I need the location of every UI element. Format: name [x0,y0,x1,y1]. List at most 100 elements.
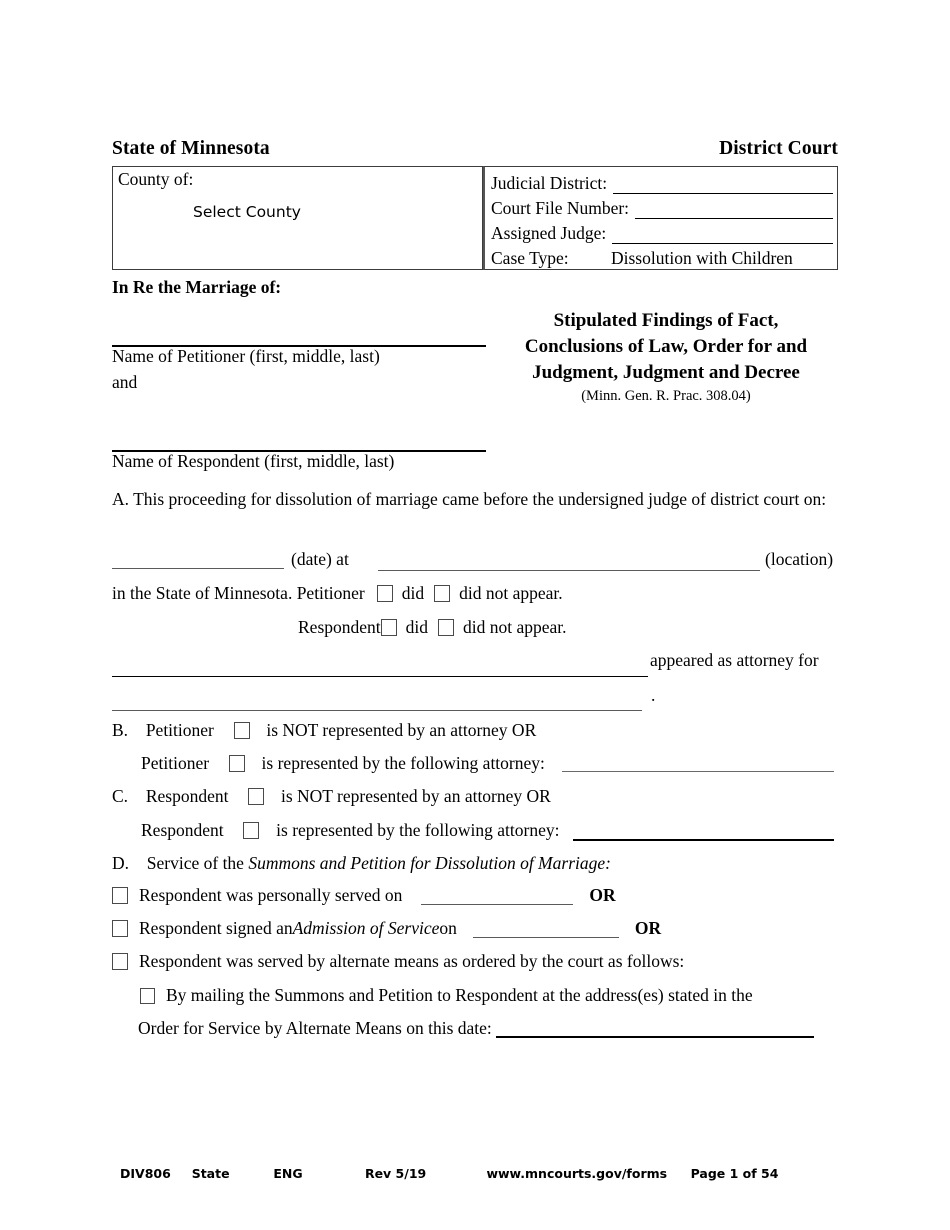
appearing-attorney-input[interactable] [112,676,648,677]
footer-scope: State [191,1166,230,1181]
personally-served-or-label: OR [589,885,616,905]
page-header: State of Minnesota District Court [112,138,838,160]
respondent-represented-checkbox[interactable] [243,822,260,839]
section-b-line-2: Petitioner is represented by the followi… [141,751,545,776]
service-option-admission-row: Respondent signed an Admission of Servic… [112,918,661,939]
county-select[interactable]: Select County [193,203,301,221]
footer-website[interactable]: www.mncourts.gov/forms [486,1166,690,1181]
hearing-location-label: (location) [765,549,834,569]
respondent-name-caption: Name of Respondent (first, middle, last) [112,451,395,471]
admission-of-service-italic-label: Admission of Service [292,918,440,938]
court-file-number-label: Court File Number: [491,198,630,218]
state-of-minnesota-petitioner-label: in the State of Minnesota. Petitioner [112,583,365,603]
county-box: County of: Select County [112,166,483,270]
section-d-intro-plain: Service of the [146,853,249,873]
section-d-letter: D. [112,853,130,873]
mailing-summons-checkbox[interactable] [140,987,155,1004]
admission-post-label: on [439,918,457,938]
footer-revision: Rev 5/19 [364,1166,427,1181]
respondent-appearance-row: Respondent did did not appear. [298,617,567,638]
footer-form-number: DIV806 [120,1166,171,1181]
document-page: State of Minnesota District Court County… [0,0,950,1230]
service-option-alternate-row: Respondent was served by alternate means… [112,951,684,972]
personally-served-checkbox[interactable] [112,887,128,904]
section-b-letter: B. [112,720,129,740]
judicial-district-input[interactable] [613,173,833,194]
section-b-petitioner-label-2: Petitioner [141,753,210,773]
in-re-heading: In Re the Marriage of: [112,277,282,297]
section-c-line-1: C. Respondent is NOT represented by an a… [112,784,551,809]
section-c-respondent-label: Respondent [145,786,229,806]
personally-served-label: Respondent was personally served on [139,885,403,905]
case-info-box: Judicial District: Court File Number: As… [483,166,838,270]
footer-language: ENG [273,1166,303,1181]
section-c-line-2: Respondent is represented by the followi… [141,818,559,843]
alternate-means-mailing-row: By mailing the Summons and Petition to R… [140,985,753,1006]
petitioner-did-not-appear-checkbox[interactable] [434,585,451,602]
document-title-line-3: Judgment, Judgment and Decree [532,362,800,383]
petitioner-name-caption: Name of Petitioner (first, middle, last) [112,346,380,366]
hearing-location-input[interactable] [378,570,760,571]
footer-page-number: Page 1 of 54 [690,1166,779,1181]
section-b-petitioner-label: Petitioner [145,720,214,740]
mailing-summons-label: By mailing the Summons and Petition to R… [166,985,753,1005]
assigned-judge-input[interactable] [612,223,833,244]
alternate-means-label: Respondent was served by alternate means… [139,951,685,971]
admission-of-service-checkbox[interactable] [112,920,128,937]
state-title: State of Minnesota [112,138,270,159]
respondent-did-not-appear-label: did not appear. [463,617,567,637]
assigned-judge-label: Assigned Judge: [491,223,607,243]
court-file-number-input[interactable] [635,198,833,219]
respondent-did-appear-checkbox[interactable] [380,619,397,636]
order-for-service-date-label: Order for Service by Alternate Means on … [138,1018,492,1038]
document-title: Stipulated Findings of Fact, Conclusions… [494,308,838,386]
attorney-for-party-input[interactable] [112,710,642,711]
case-type-label: Case Type: [491,248,569,268]
document-title-line-2: Conclusions of Law, Order for and [524,336,808,357]
alternate-means-date-row: Order for Service by Alternate Means on … [138,1018,814,1039]
court-file-number-row: Court File Number: [491,194,833,219]
petitioner-appearance-row: in the State of Minnesota. Petitioner di… [112,583,563,604]
judicial-district-row: Judicial District: [491,169,833,194]
hearing-date-label: (date) at [291,549,349,569]
section-a-text: A. This proceeding for dissolution of ma… [112,489,827,509]
order-for-service-date-input[interactable] [495,1019,814,1038]
personally-served-date-input[interactable] [421,887,574,905]
respondent-did-label: did [405,617,429,637]
respondent-appearance-label: Respondent [298,617,381,637]
county-label: County of: [118,169,194,189]
caption-block: County of: Select County Judicial Distri… [112,166,838,270]
assigned-judge-row: Assigned Judge: [491,219,833,244]
petitioner-attorney-input[interactable] [562,771,834,772]
page-footer: DIV806 State ENG Rev 5/19 www.mncourts.g… [120,1166,820,1181]
admission-pre-label: Respondent signed an [139,918,293,938]
case-type-value: Dissolution with Children [611,248,793,268]
document-citation: (Minn. Gen. R. Prac. 308.04) [581,388,751,404]
sentence-period: . [651,685,656,705]
respondent-did-not-appear-checkbox[interactable] [438,619,455,636]
alternate-means-checkbox[interactable] [112,953,128,970]
hearing-date-input[interactable] [112,568,284,569]
section-d-heading: D. Service of the Summons and Petition f… [112,851,611,876]
section-d-intro-italic: Summons and Petition for Dissolution of … [248,853,611,873]
respondent-not-represented-label: is NOT represented by an attorney OR [280,786,551,806]
petitioner-did-label: did [401,583,425,603]
petitioner-not-represented-checkbox[interactable] [233,722,250,739]
admission-of-service-date-input[interactable] [472,920,619,938]
case-type-row: Case Type: Dissolution with Children [491,244,833,269]
petitioner-not-represented-label: is NOT represented by an attorney OR [266,720,537,740]
document-title-line-1: Stipulated Findings of Fact, [553,310,779,331]
admission-of-service-or-label: OR [634,918,662,938]
court-title: District Court [719,138,838,159]
petitioner-did-appear-checkbox[interactable] [376,585,393,602]
petitioner-represented-checkbox[interactable] [228,755,245,772]
respondent-attorney-input[interactable] [573,839,834,841]
respondent-not-represented-checkbox[interactable] [248,788,265,805]
respondent-represented-label: is represented by the following attorney… [276,820,560,840]
appeared-as-attorney-for-label: appeared as attorney for [650,650,819,670]
section-c-letter: C. [112,786,129,806]
petitioner-did-not-appear-label: did not appear. [459,583,563,603]
service-option-personal-row: Respondent was personally served on OR [112,885,616,906]
section-b-line-1: B. Petitioner is NOT represented by an a… [112,718,536,743]
section-c-respondent-label-2: Respondent [141,820,224,840]
